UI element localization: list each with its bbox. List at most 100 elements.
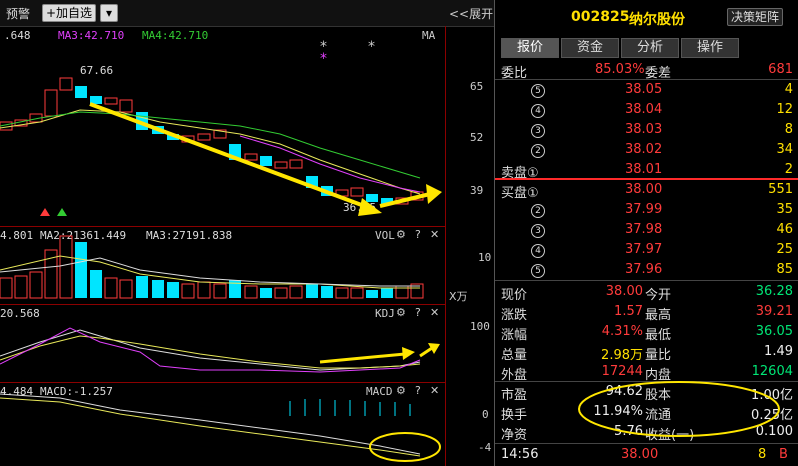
vol-tick: 10 bbox=[478, 251, 492, 264]
chart-area: 预警 +加自选 ▾ <<展开 .648 MA3:42.710 MA4:42.71… bbox=[0, 0, 494, 466]
stat-row: 涨幅 4.31% 最低 36.05 bbox=[495, 322, 798, 343]
buy-price: 37.98 bbox=[625, 222, 663, 237]
kdj-line-k bbox=[0, 329, 421, 371]
kdj-tick: 100 bbox=[470, 320, 490, 333]
volume-bar bbox=[306, 284, 318, 298]
volume-bar bbox=[0, 277, 13, 299]
arrow-head-icon bbox=[426, 184, 442, 204]
stat-value: 2.98万 bbox=[601, 348, 643, 363]
quote-tabs: 报价 资金 分析 操作 bbox=[495, 36, 798, 58]
buy-row: 3 37.98 46 bbox=[495, 220, 798, 241]
stat-label: 总量 bbox=[501, 348, 528, 363]
buy-volume: 25 bbox=[776, 242, 793, 257]
macd-tick-neg4: -4 bbox=[478, 441, 492, 454]
stat-value: 1.49 bbox=[764, 344, 793, 359]
tab-analysis[interactable]: 分析 bbox=[621, 38, 679, 58]
candle bbox=[274, 161, 288, 169]
stat-label: 涨跌 bbox=[501, 308, 528, 323]
tick-volume: 8 bbox=[758, 447, 767, 462]
sell-price: 38.03 bbox=[625, 122, 663, 137]
buy-row: 5 37.96 85 bbox=[495, 260, 798, 281]
dropdown-arrow-button[interactable]: ▾ bbox=[100, 4, 118, 22]
candle bbox=[75, 86, 87, 98]
candle bbox=[350, 187, 364, 197]
volume-bar bbox=[335, 287, 349, 299]
stock-name: 纳尔股份 bbox=[629, 12, 685, 28]
sell-marker-icon bbox=[57, 208, 67, 216]
stat-value: 39.21 bbox=[755, 304, 793, 319]
candle bbox=[197, 133, 211, 141]
volume-bar bbox=[289, 285, 303, 299]
buy-level-label: 买盘① bbox=[501, 186, 539, 201]
buy-volume: 35 bbox=[776, 202, 793, 217]
alert-label[interactable]: 预警 bbox=[6, 5, 30, 22]
candle bbox=[119, 99, 133, 113]
add-watchlist-button[interactable]: +加自选 bbox=[42, 4, 97, 22]
buy-price: 38.00 bbox=[625, 182, 663, 197]
volume-bar bbox=[14, 275, 28, 299]
stat-label: 最低 bbox=[645, 328, 672, 343]
tick-row: 14:56 38.00 8 B bbox=[495, 445, 798, 466]
stat-label: 量比 bbox=[645, 348, 672, 363]
tick-side: B bbox=[779, 447, 788, 462]
sell-price: 38.01 bbox=[625, 162, 663, 177]
sell-price: 38.05 bbox=[625, 82, 663, 97]
volume-bar bbox=[366, 290, 378, 298]
kdj-arrow bbox=[419, 346, 433, 358]
sell-volume: 8 bbox=[784, 122, 793, 137]
volume-bar bbox=[381, 288, 393, 298]
volume-bar bbox=[29, 271, 43, 299]
kdj-arrow bbox=[319, 352, 406, 364]
divider bbox=[495, 443, 798, 444]
divider bbox=[495, 280, 798, 281]
stat-label: 涨幅 bbox=[501, 328, 528, 343]
volume-bar bbox=[181, 283, 195, 299]
quote-header: 002825 纳尔股份 决策矩阵 bbox=[495, 0, 798, 34]
sell-volume: 34 bbox=[776, 142, 793, 157]
candle bbox=[59, 77, 73, 91]
volume-bar bbox=[244, 285, 258, 299]
stat-value: 36.05 bbox=[755, 324, 793, 339]
volume-bar bbox=[274, 287, 288, 299]
tab-operation[interactable]: 操作 bbox=[681, 38, 739, 58]
star-marker: * bbox=[320, 51, 327, 67]
decision-matrix-button[interactable]: 决策矩阵 bbox=[727, 8, 784, 26]
chart-canvas: * * * bbox=[0, 39, 442, 462]
volume-bar bbox=[260, 288, 272, 298]
buy-row: 2 37.99 35 bbox=[495, 200, 798, 221]
stat-label: 现价 bbox=[501, 288, 528, 303]
price-tick-65: 65 bbox=[470, 80, 484, 93]
ma-line-green bbox=[0, 111, 421, 179]
sell-volume: 2 bbox=[784, 162, 793, 177]
sell-volume: 12 bbox=[776, 102, 793, 117]
sell-row: 3 38.03 8 bbox=[495, 120, 798, 141]
candle bbox=[244, 153, 258, 161]
buy-volume: 46 bbox=[776, 222, 793, 237]
stat-value: 4.31% bbox=[601, 324, 643, 339]
buy-volume: 85 bbox=[776, 262, 793, 277]
expand-button[interactable]: <<展开 bbox=[449, 5, 493, 22]
stat-row: 涨跌 1.57 最高 39.21 bbox=[495, 302, 798, 323]
weibi-value: 85.03% bbox=[595, 62, 645, 77]
candle bbox=[44, 89, 58, 117]
tab-funds[interactable]: 资金 bbox=[561, 38, 619, 58]
stock-code: 002825 bbox=[571, 9, 630, 25]
vol-unit: X万 bbox=[449, 290, 468, 303]
candle bbox=[366, 194, 378, 202]
stat-value: 38.00 bbox=[605, 284, 643, 299]
volume-bar bbox=[119, 279, 133, 299]
highlight-ellipse bbox=[578, 381, 780, 437]
buy-price: 37.99 bbox=[625, 202, 663, 217]
sell-row: 5 38.05 4 bbox=[495, 80, 798, 101]
stat-label: 最高 bbox=[645, 308, 672, 323]
price-tick-39: 39 bbox=[470, 184, 484, 197]
tab-quote[interactable]: 报价 bbox=[501, 38, 559, 58]
weibi-row: 委比 85.03% 委差 681 bbox=[495, 60, 798, 81]
stat-value: 36.28 bbox=[755, 284, 793, 299]
weicha-value: 681 bbox=[768, 62, 793, 77]
buy-volume: 551 bbox=[768, 182, 793, 197]
volume-bar bbox=[59, 235, 73, 299]
volume-bar bbox=[152, 280, 164, 298]
stat-value: 1.57 bbox=[614, 304, 643, 319]
buy-price: 37.96 bbox=[625, 262, 663, 277]
